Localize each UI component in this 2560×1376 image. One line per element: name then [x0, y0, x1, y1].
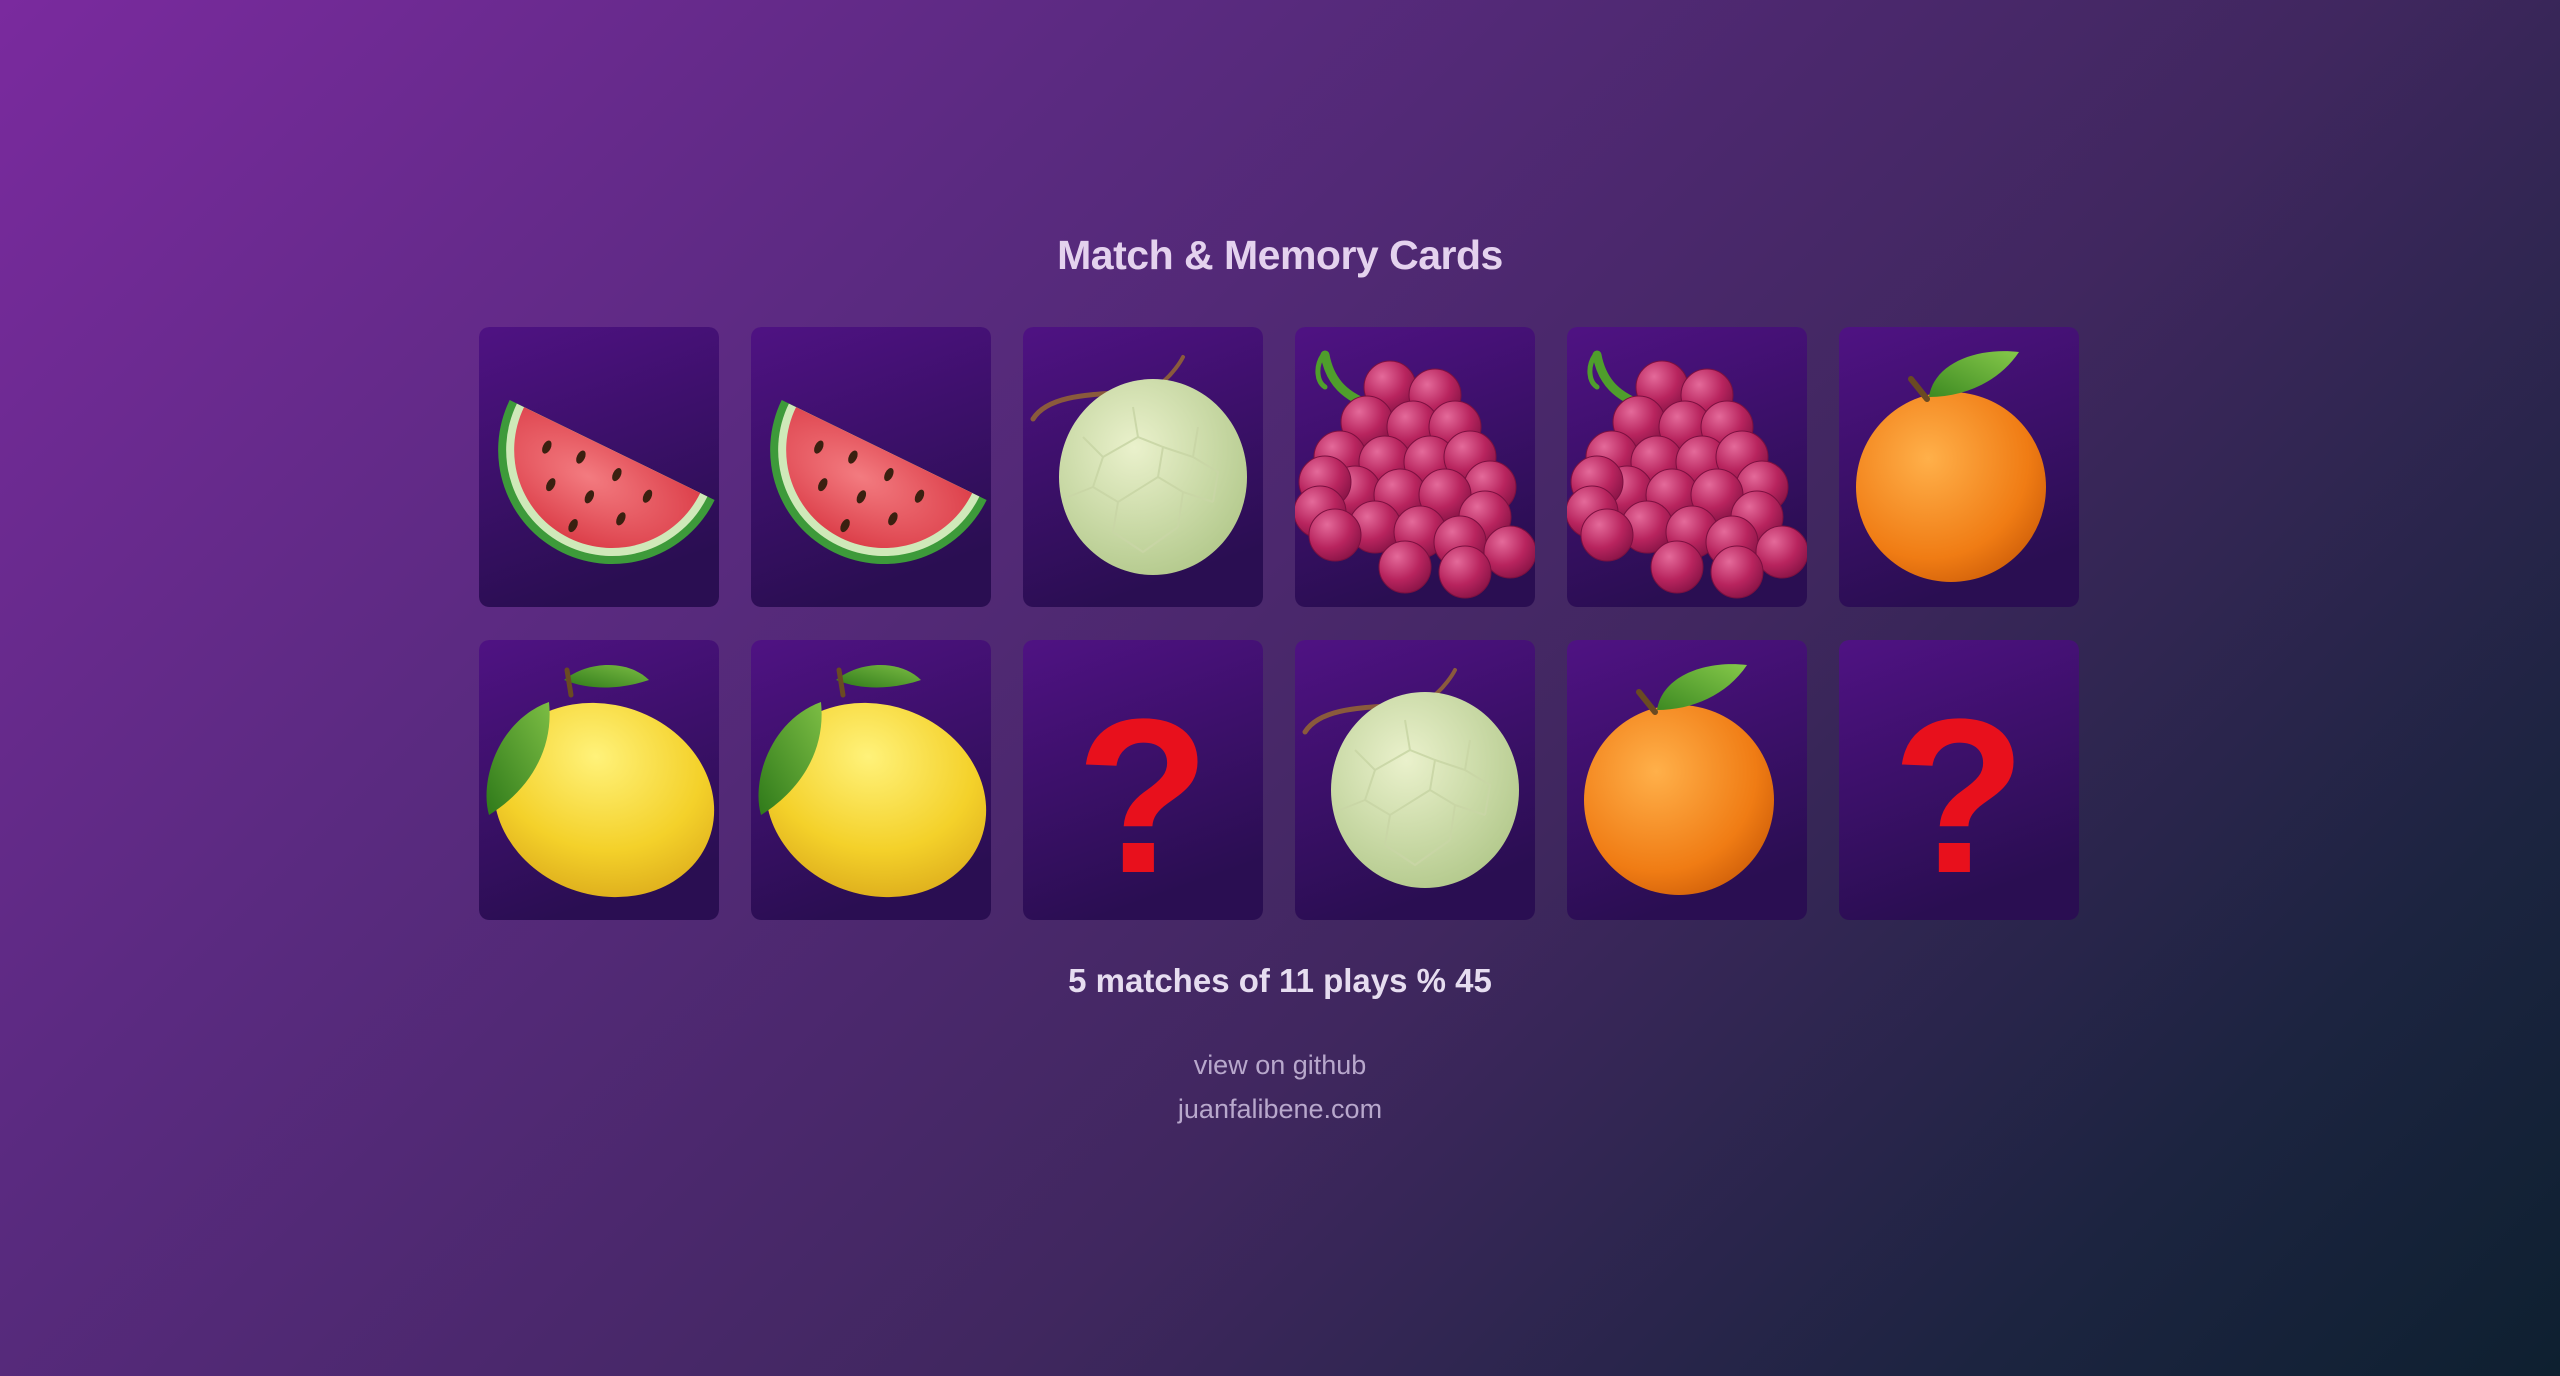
card-7[interactable] — [479, 640, 719, 920]
lemon-icon — [479, 640, 719, 920]
website-link[interactable]: juanfalibene.com — [0, 1094, 2560, 1125]
card-11[interactable] — [1567, 640, 1807, 920]
grapes-icon — [1567, 327, 1807, 607]
card-10[interactable] — [1295, 640, 1535, 920]
github-link[interactable]: view on github — [0, 1050, 2560, 1081]
card-3[interactable] — [1023, 327, 1263, 607]
card-9[interactable]: ? — [1023, 640, 1263, 920]
orange-icon — [1839, 327, 2079, 607]
card-5[interactable] — [1567, 327, 1807, 607]
card-board: ? ? — [479, 327, 2079, 920]
svg-text:?: ? — [1892, 673, 2026, 919]
card-4[interactable] — [1295, 327, 1535, 607]
card-1[interactable] — [479, 327, 719, 607]
lemon-icon — [751, 640, 991, 920]
svg-text:?: ? — [1076, 673, 1210, 919]
card-2[interactable] — [751, 327, 991, 607]
question-mark-icon: ? — [1023, 640, 1263, 920]
watermelon-icon — [479, 327, 719, 607]
melon-icon — [1295, 640, 1535, 920]
watermelon-icon — [751, 327, 991, 607]
orange-icon — [1567, 640, 1807, 920]
grapes-icon — [1295, 327, 1535, 607]
card-12[interactable]: ? — [1839, 640, 2079, 920]
page-title: Match & Memory Cards — [1057, 232, 1503, 278]
score-text: 5 matches of 11 plays % 45 — [1068, 962, 1492, 999]
melon-icon — [1023, 327, 1263, 607]
card-6[interactable] — [1839, 327, 2079, 607]
card-8[interactable] — [751, 640, 991, 920]
question-mark-icon: ? — [1839, 640, 2079, 920]
